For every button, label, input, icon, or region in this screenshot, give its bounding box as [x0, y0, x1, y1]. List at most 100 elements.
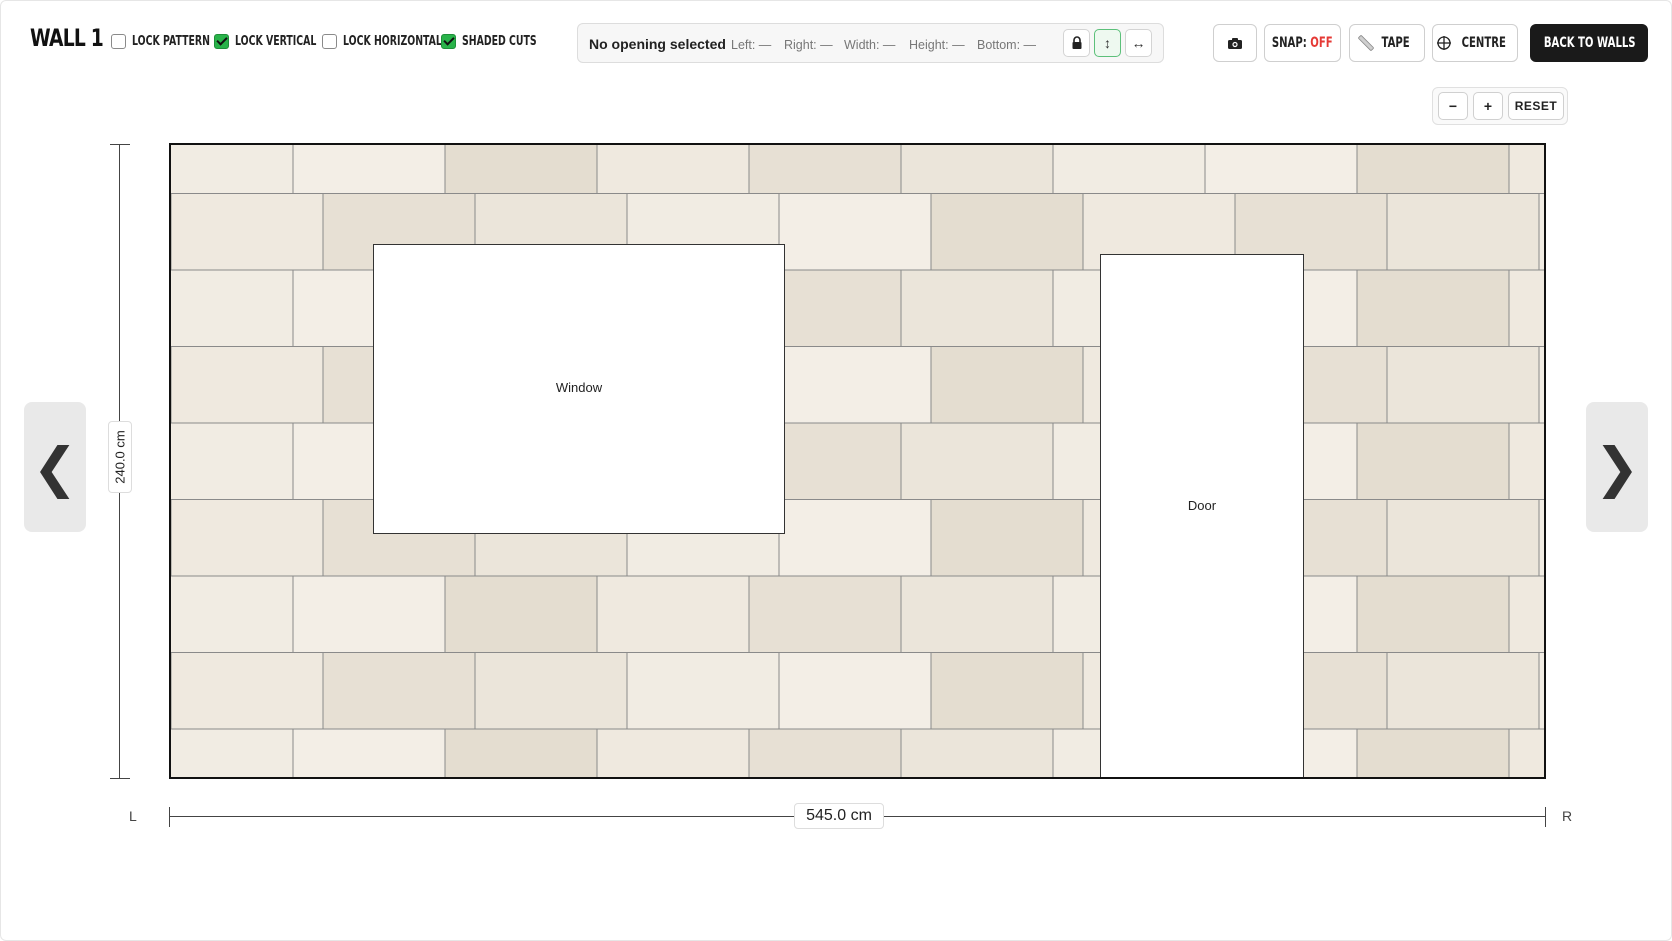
width-dimension-label: 545.0 cm: [794, 803, 884, 829]
tile: [1356, 145, 1510, 194]
tile: [444, 728, 598, 777]
tile: [778, 193, 932, 271]
tile: [171, 346, 324, 424]
snap-label: SNAP: OFF: [1272, 35, 1333, 51]
opening-label: Door: [1187, 498, 1217, 513]
zoom-in-button[interactable]: +: [1473, 92, 1503, 120]
left-field: Left: —: [731, 38, 772, 52]
tile: [626, 652, 780, 730]
next-wall-button[interactable]: ❯: [1586, 402, 1648, 532]
tile: [930, 193, 1084, 271]
tile: [292, 728, 446, 777]
lock-icon: [1072, 36, 1081, 49]
tile: [444, 575, 598, 653]
screenshot-button[interactable]: [1213, 24, 1257, 62]
zoom-reset-button[interactable]: RESET: [1508, 92, 1564, 120]
tile: [1538, 346, 1544, 424]
window-opening[interactable]: Window: [373, 244, 785, 534]
vertical-arrows-icon: ↕: [1104, 35, 1111, 51]
tile: [444, 145, 598, 194]
centre-label: CENTRE: [1461, 35, 1506, 51]
tile: [292, 575, 446, 653]
tile: [900, 145, 1054, 194]
tile: [900, 575, 1054, 653]
tile: [1508, 728, 1544, 777]
tile: [1356, 728, 1510, 777]
tile: [1386, 193, 1540, 271]
dimension-tick: [110, 144, 130, 145]
wall-title: WALL 1: [30, 24, 104, 52]
tile: [748, 728, 902, 777]
tile: [171, 269, 294, 347]
left-side-label: L: [129, 808, 137, 824]
opening-info-bar: No opening selected Left: — Right: — Wid…: [577, 23, 1164, 63]
chevron-right-icon: ❯: [1594, 435, 1640, 499]
height-dimension-label: 240.0 cm: [108, 421, 132, 493]
checkbox-box[interactable]: [214, 33, 229, 49]
tile: [1508, 575, 1544, 653]
tile: [1386, 652, 1540, 730]
zoom-out-button[interactable]: −: [1438, 92, 1468, 120]
tile: [1508, 145, 1544, 194]
camera-icon: [1228, 37, 1242, 49]
tile: [171, 728, 294, 777]
tile: [171, 145, 294, 194]
zoom-controls: − + RESET: [1432, 87, 1568, 125]
tile: [596, 145, 750, 194]
tile: [171, 499, 324, 577]
back-to-walls-button[interactable]: BACK TO WALLS: [1530, 24, 1648, 62]
centre-button[interactable]: CENTRE: [1432, 24, 1518, 62]
tile: [900, 269, 1054, 347]
tile: [596, 575, 750, 653]
tile: [171, 575, 294, 653]
checkbox-box[interactable]: [441, 33, 456, 49]
tile: [900, 728, 1054, 777]
chevron-left-icon: ❮: [32, 435, 78, 499]
wall-canvas[interactable]: Window Door: [169, 143, 1546, 779]
horizontal-lock-button[interactable]: ↔: [1125, 29, 1152, 57]
selection-status: No opening selected: [589, 36, 726, 52]
door-opening[interactable]: Door: [1100, 254, 1304, 777]
tile: [1508, 269, 1544, 347]
shaded-cuts-checkbox[interactable]: Shaded Cuts: [441, 31, 566, 51]
crosshair-icon: [1436, 36, 1451, 50]
dimension-tick: [169, 807, 170, 827]
tape-button[interactable]: TAPE: [1349, 24, 1425, 62]
checkbox-box[interactable]: [322, 33, 337, 49]
right-side-label: R: [1562, 808, 1573, 824]
back-label: BACK TO WALLS: [1544, 35, 1636, 51]
tile: [1538, 652, 1544, 730]
tile: [1386, 346, 1540, 424]
lock-opening-button[interactable]: [1063, 29, 1090, 57]
tile: [778, 499, 932, 577]
tile: [171, 193, 324, 271]
tile: [1356, 269, 1510, 347]
tile: [1538, 499, 1544, 577]
dimension-tick: [110, 778, 130, 779]
tile: [1356, 575, 1510, 653]
tile: [748, 145, 902, 194]
vertical-lock-button[interactable]: ↕: [1094, 29, 1121, 57]
snap-state: OFF: [1310, 35, 1333, 51]
checkbox-label: Lock Pattern: [132, 33, 210, 49]
tile: [474, 652, 628, 730]
tile: [1386, 499, 1540, 577]
tile: [322, 652, 476, 730]
tile: [778, 346, 932, 424]
tile: [1356, 422, 1510, 500]
tile: [930, 652, 1084, 730]
checkbox-label: Lock Horizontal: [343, 33, 442, 49]
snap-toggle-button[interactable]: SNAP: OFF: [1264, 24, 1341, 62]
tile: [1204, 145, 1358, 194]
checkbox-box[interactable]: [111, 33, 126, 49]
previous-wall-button[interactable]: ❮: [24, 402, 86, 532]
tape-label: TAPE: [1381, 35, 1411, 51]
tile: [1538, 193, 1544, 271]
checkbox-label: Shaded Cuts: [462, 33, 537, 49]
tile: [930, 499, 1084, 577]
tile: [171, 422, 294, 500]
ruler-icon: [1358, 35, 1375, 51]
right-field: Right: —: [784, 38, 833, 52]
opening-label: Window: [555, 379, 603, 395]
tile: [900, 422, 1054, 500]
